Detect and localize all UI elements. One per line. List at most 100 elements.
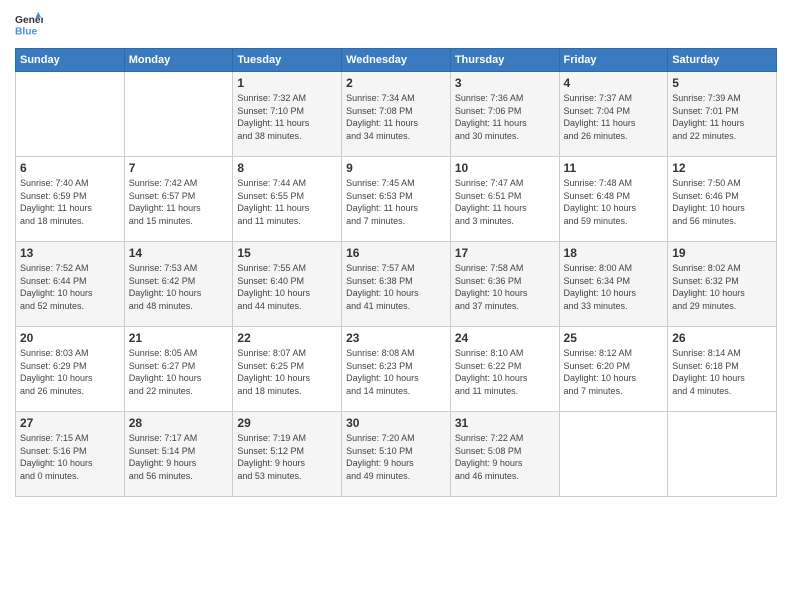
calendar-cell: 17 Sunrise: 7:58 AM Sunset: 6:36 PM Dayli…: [450, 242, 559, 327]
cell-content: Sunrise: 7:45 AM Sunset: 6:53 PM Dayligh…: [346, 177, 446, 227]
day-number: 20: [20, 331, 120, 345]
day-number: 1: [237, 76, 337, 90]
calendar-cell: 16 Sunrise: 7:57 AM Sunset: 6:38 PM Dayli…: [342, 242, 451, 327]
weekday-header: Friday: [559, 49, 668, 72]
cell-content: Sunrise: 8:03 AM Sunset: 6:29 PM Dayligh…: [20, 347, 120, 397]
weekday-header: Tuesday: [233, 49, 342, 72]
day-number: 25: [564, 331, 664, 345]
calendar-cell: 7 Sunrise: 7:42 AM Sunset: 6:57 PM Daylig…: [124, 157, 233, 242]
calendar-week-row: 27Sunrise: 7:15 AM Sunset: 5:16 PM Dayli…: [16, 412, 777, 497]
weekday-header: Monday: [124, 49, 233, 72]
calendar-cell: [16, 72, 125, 157]
calendar-cell: 31 Sunrise: 7:22 AM Sunset: 5:08 PM Dayli…: [450, 412, 559, 497]
calendar-cell: 8 Sunrise: 7:44 AM Sunset: 6:55 PM Daylig…: [233, 157, 342, 242]
cell-content: Sunrise: 7:17 AM Sunset: 5:14 PM Dayligh…: [129, 432, 229, 482]
cell-content: Sunrise: 7:42 AM Sunset: 6:57 PM Dayligh…: [129, 177, 229, 227]
cell-content: Sunrise: 7:55 AM Sunset: 6:40 PM Dayligh…: [237, 262, 337, 312]
cell-content: Sunrise: 8:05 AM Sunset: 6:27 PM Dayligh…: [129, 347, 229, 397]
cell-content: Sunrise: 8:12 AM Sunset: 6:20 PM Dayligh…: [564, 347, 664, 397]
calendar-cell: 4 Sunrise: 7:37 AM Sunset: 7:04 PM Daylig…: [559, 72, 668, 157]
calendar-cell: 14 Sunrise: 7:53 AM Sunset: 6:42 PM Dayli…: [124, 242, 233, 327]
weekday-header: Thursday: [450, 49, 559, 72]
weekday-header-row: SundayMondayTuesdayWednesdayThursdayFrid…: [16, 49, 777, 72]
calendar-cell: 21 Sunrise: 8:05 AM Sunset: 6:27 PM Dayli…: [124, 327, 233, 412]
day-number: 7: [129, 161, 229, 175]
cell-content: Sunrise: 7:36 AM Sunset: 7:06 PM Dayligh…: [455, 92, 555, 142]
cell-content: Sunrise: 7:32 AM Sunset: 7:10 PM Dayligh…: [237, 92, 337, 142]
cell-content: Sunrise: 8:10 AM Sunset: 6:22 PM Dayligh…: [455, 347, 555, 397]
day-number: 6: [20, 161, 120, 175]
weekday-header: Sunday: [16, 49, 125, 72]
cell-content: Sunrise: 7:53 AM Sunset: 6:42 PM Dayligh…: [129, 262, 229, 312]
cell-content: Sunrise: 7:20 AM Sunset: 5:10 PM Dayligh…: [346, 432, 446, 482]
calendar-container: General Blue SundayMondayTuesdayWednesda…: [0, 0, 792, 512]
cell-content: Sunrise: 7:50 AM Sunset: 6:46 PM Dayligh…: [672, 177, 772, 227]
day-number: 31: [455, 416, 555, 430]
cell-content: Sunrise: 7:57 AM Sunset: 6:38 PM Dayligh…: [346, 262, 446, 312]
day-number: 21: [129, 331, 229, 345]
weekday-header: Saturday: [668, 49, 777, 72]
logo: General Blue: [15, 10, 43, 38]
calendar-cell: 12Sunrise: 7:50 AM Sunset: 6:46 PM Dayli…: [668, 157, 777, 242]
calendar-cell: 15 Sunrise: 7:55 AM Sunset: 6:40 PM Dayli…: [233, 242, 342, 327]
calendar-cell: 20 Sunrise: 8:03 AM Sunset: 6:29 PM Dayli…: [16, 327, 125, 412]
calendar-cell: 13 Sunrise: 7:52 AM Sunset: 6:44 PM Dayli…: [16, 242, 125, 327]
day-number: 15: [237, 246, 337, 260]
calendar-cell: 18Sunrise: 8:00 AM Sunset: 6:34 PM Dayli…: [559, 242, 668, 327]
cell-content: Sunrise: 8:02 AM Sunset: 6:32 PM Dayligh…: [672, 262, 772, 312]
calendar-cell: 2 Sunrise: 7:34 AM Sunset: 7:08 PM Daylig…: [342, 72, 451, 157]
day-number: 11: [564, 161, 664, 175]
day-number: 10: [455, 161, 555, 175]
calendar-cell: [124, 72, 233, 157]
cell-content: Sunrise: 8:08 AM Sunset: 6:23 PM Dayligh…: [346, 347, 446, 397]
day-number: 8: [237, 161, 337, 175]
cell-content: Sunrise: 8:00 AM Sunset: 6:34 PM Dayligh…: [564, 262, 664, 312]
day-number: 17: [455, 246, 555, 260]
header: General Blue: [15, 10, 777, 38]
calendar-cell: [668, 412, 777, 497]
calendar-cell: 24 Sunrise: 8:10 AM Sunset: 6:22 PM Dayli…: [450, 327, 559, 412]
calendar-table: SundayMondayTuesdayWednesdayThursdayFrid…: [15, 48, 777, 497]
logo-icon: General Blue: [15, 10, 43, 38]
calendar-cell: [559, 412, 668, 497]
calendar-cell: 1 Sunrise: 7:32 AM Sunset: 7:10 PM Daylig…: [233, 72, 342, 157]
calendar-cell: 11 Sunrise: 7:48 AM Sunset: 6:48 PM Dayli…: [559, 157, 668, 242]
day-number: 2: [346, 76, 446, 90]
calendar-cell: 25 Sunrise: 8:12 AM Sunset: 6:20 PM Dayli…: [559, 327, 668, 412]
calendar-cell: 26Sunrise: 8:14 AM Sunset: 6:18 PM Dayli…: [668, 327, 777, 412]
day-number: 19: [672, 246, 772, 260]
cell-content: Sunrise: 7:47 AM Sunset: 6:51 PM Dayligh…: [455, 177, 555, 227]
day-number: 4: [564, 76, 664, 90]
cell-content: Sunrise: 7:44 AM Sunset: 6:55 PM Dayligh…: [237, 177, 337, 227]
calendar-cell: 5 Sunrise: 7:39 AM Sunset: 7:01 PM Daylig…: [668, 72, 777, 157]
cell-content: Sunrise: 8:07 AM Sunset: 6:25 PM Dayligh…: [237, 347, 337, 397]
calendar-week-row: 1 Sunrise: 7:32 AM Sunset: 7:10 PM Daylig…: [16, 72, 777, 157]
cell-content: Sunrise: 7:37 AM Sunset: 7:04 PM Dayligh…: [564, 92, 664, 142]
calendar-cell: 27Sunrise: 7:15 AM Sunset: 5:16 PM Dayli…: [16, 412, 125, 497]
cell-content: Sunrise: 7:34 AM Sunset: 7:08 PM Dayligh…: [346, 92, 446, 142]
calendar-cell: 23Sunrise: 8:08 AM Sunset: 6:23 PM Dayli…: [342, 327, 451, 412]
day-number: 27: [20, 416, 120, 430]
calendar-cell: 9Sunrise: 7:45 AM Sunset: 6:53 PM Daylig…: [342, 157, 451, 242]
day-number: 14: [129, 246, 229, 260]
day-number: 3: [455, 76, 555, 90]
day-number: 13: [20, 246, 120, 260]
cell-content: Sunrise: 7:48 AM Sunset: 6:48 PM Dayligh…: [564, 177, 664, 227]
calendar-cell: 30Sunrise: 7:20 AM Sunset: 5:10 PM Dayli…: [342, 412, 451, 497]
cell-content: Sunrise: 7:39 AM Sunset: 7:01 PM Dayligh…: [672, 92, 772, 142]
cell-content: Sunrise: 7:19 AM Sunset: 5:12 PM Dayligh…: [237, 432, 337, 482]
calendar-cell: 29Sunrise: 7:19 AM Sunset: 5:12 PM Dayli…: [233, 412, 342, 497]
cell-content: Sunrise: 8:14 AM Sunset: 6:18 PM Dayligh…: [672, 347, 772, 397]
cell-content: Sunrise: 7:58 AM Sunset: 6:36 PM Dayligh…: [455, 262, 555, 312]
weekday-header: Wednesday: [342, 49, 451, 72]
calendar-cell: 3 Sunrise: 7:36 AM Sunset: 7:06 PM Daylig…: [450, 72, 559, 157]
cell-content: Sunrise: 7:22 AM Sunset: 5:08 PM Dayligh…: [455, 432, 555, 482]
calendar-cell: 19 Sunrise: 8:02 AM Sunset: 6:32 PM Dayli…: [668, 242, 777, 327]
calendar-week-row: 20 Sunrise: 8:03 AM Sunset: 6:29 PM Dayli…: [16, 327, 777, 412]
day-number: 5: [672, 76, 772, 90]
calendar-week-row: 13 Sunrise: 7:52 AM Sunset: 6:44 PM Dayli…: [16, 242, 777, 327]
cell-content: Sunrise: 7:52 AM Sunset: 6:44 PM Dayligh…: [20, 262, 120, 312]
day-number: 24: [455, 331, 555, 345]
day-number: 22: [237, 331, 337, 345]
day-number: 16: [346, 246, 446, 260]
